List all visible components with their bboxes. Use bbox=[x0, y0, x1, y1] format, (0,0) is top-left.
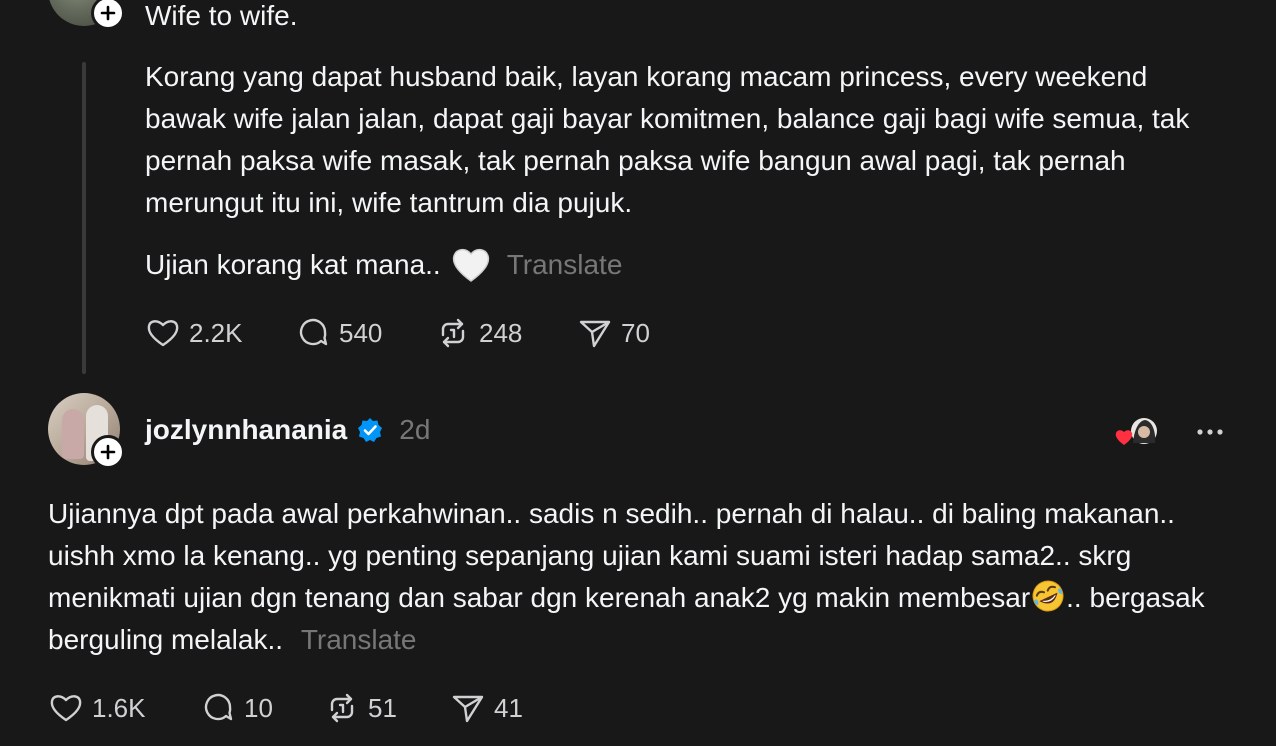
threads-page: Wife to wife. Korang yang dapat husband … bbox=[0, 0, 1276, 746]
share-count: 41 bbox=[494, 692, 523, 723]
like-button[interactable]: 2.2K bbox=[145, 315, 295, 351]
post-title: Wife to wife. bbox=[145, 0, 298, 31]
share-count: 70 bbox=[621, 317, 650, 348]
rolling-laughing-emoji-icon bbox=[1030, 579, 1066, 613]
reply-actions: 1.6K 10 51 41 bbox=[48, 690, 523, 726]
repost-button[interactable]: 51 bbox=[324, 690, 450, 726]
post-body: Korang yang dapat husband baik, layan ko… bbox=[145, 61, 1190, 218]
heart-icon bbox=[147, 320, 179, 347]
repost-icon bbox=[330, 693, 354, 723]
reply-text-part1: Ujiannya dpt pada awal perkahwinan.. sad… bbox=[48, 498, 1175, 613]
send-icon bbox=[452, 695, 484, 723]
verified-badge-icon bbox=[358, 418, 383, 442]
repost-icon bbox=[441, 318, 465, 348]
translate-link[interactable]: Translate bbox=[507, 244, 623, 286]
post-actions: 2.2K 540 248 70 bbox=[145, 315, 650, 351]
share-button[interactable]: 70 bbox=[577, 315, 650, 351]
heart-icon bbox=[1115, 430, 1133, 445]
like-count: 1.6K bbox=[92, 692, 146, 723]
share-button[interactable]: 41 bbox=[450, 690, 523, 726]
heart-icon bbox=[50, 695, 82, 722]
reply-button[interactable]: 540 bbox=[295, 315, 435, 351]
username[interactable]: jozlynnhanania bbox=[145, 412, 347, 448]
reply-body: Ujiannya dpt pada awal perkahwinan.. sad… bbox=[48, 493, 1228, 661]
like-count: 2.2K bbox=[189, 317, 243, 348]
white-heart-icon bbox=[451, 246, 491, 284]
send-icon bbox=[579, 320, 611, 348]
comment-icon bbox=[299, 318, 328, 346]
post-closing-line: Ujian korang kat mana.. Translate bbox=[145, 244, 622, 286]
reply-count: 540 bbox=[339, 317, 383, 348]
post-header: jozlynnhanania 2d bbox=[145, 412, 430, 448]
thread-line bbox=[82, 62, 86, 374]
follow-plus-icon[interactable] bbox=[91, 435, 125, 469]
liked-by-author-indicator bbox=[1114, 415, 1158, 449]
repost-count: 248 bbox=[479, 317, 523, 348]
post-closing-text: Ujian korang kat mana.. bbox=[145, 249, 441, 280]
translate-link[interactable]: Translate bbox=[301, 624, 417, 655]
more-icon bbox=[1197, 429, 1223, 435]
reply-count: 10 bbox=[244, 692, 273, 723]
like-button[interactable]: 1.6K bbox=[48, 690, 200, 726]
reply-button[interactable]: 10 bbox=[200, 690, 324, 726]
repost-count: 51 bbox=[368, 692, 397, 723]
repost-button[interactable]: 248 bbox=[435, 315, 577, 351]
follow-plus-icon[interactable] bbox=[91, 0, 125, 30]
timestamp: 2d bbox=[399, 414, 431, 445]
comment-icon bbox=[204, 693, 233, 721]
more-options-button[interactable] bbox=[1192, 418, 1228, 446]
